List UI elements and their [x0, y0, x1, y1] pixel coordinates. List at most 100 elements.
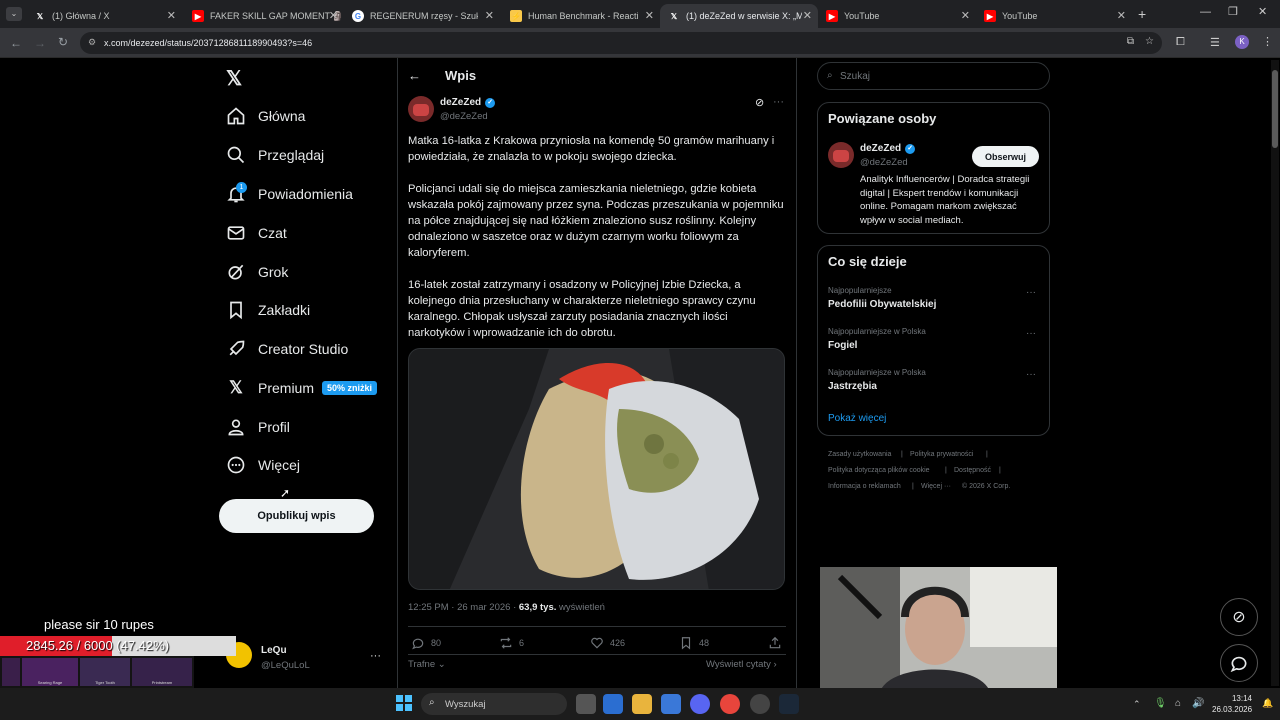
discord-icon[interactable]: [690, 694, 710, 714]
tab-youtube-1[interactable]: ▶ YouTube ✕: [818, 4, 976, 28]
reading-list-icon[interactable]: ☰: [1210, 36, 1220, 49]
footer-link[interactable]: Więcej ···: [921, 483, 951, 490]
like-button[interactable]: 426: [590, 636, 625, 650]
browser-tab-bar: ⌄ 𝕏 (1) Główna / X ✕ ▶ FAKER SKILL GAP M…: [0, 0, 1280, 28]
nav-bookmarks[interactable]: Zakładki: [226, 295, 310, 325]
close-icon[interactable]: ✕: [167, 9, 176, 22]
network-icon[interactable]: ⌂: [1175, 698, 1181, 709]
trend-item[interactable]: Najpopularniejsze w Polska Fogiel: [828, 327, 926, 351]
post-more-icon[interactable]: ···: [773, 96, 784, 108]
share-button[interactable]: [768, 636, 788, 650]
related-name[interactable]: deZeZed ✓: [860, 143, 916, 154]
close-icon[interactable]: ✕: [645, 9, 654, 22]
close-icon[interactable]: ✕: [485, 9, 494, 22]
minimize-icon[interactable]: —: [1200, 6, 1211, 18]
footer-link[interactable]: Informacja o reklamach: [828, 483, 901, 490]
forward-arrow-icon[interactable]: →: [34, 36, 46, 50]
close-icon[interactable]: ✕: [961, 9, 970, 22]
maximize-icon[interactable]: ❐: [1228, 5, 1238, 18]
repost-button[interactable]: 6: [499, 636, 524, 650]
reply-icon: [412, 638, 424, 650]
obs-icon[interactable]: [750, 694, 770, 714]
chat-float-button[interactable]: [1220, 644, 1258, 682]
related-avatar[interactable]: [828, 142, 854, 168]
grok-icon[interactable]: ⊘: [755, 96, 764, 109]
profile-avatar[interactable]: K: [1235, 35, 1249, 49]
footer-link[interactable]: Dostępność: [954, 467, 991, 474]
tab-regenerum[interactable]: G REGENERUM rzęsy - Szukaj w G ✕: [344, 4, 500, 28]
nav-profile[interactable]: Profil: [226, 412, 290, 442]
tray-chevron-icon[interactable]: ⌃: [1133, 699, 1141, 710]
tab-dezezed-post[interactable]: 𝕏 (1) deZeZed w serwisie X: „Mat ✕: [660, 4, 818, 28]
view-quotes-link[interactable]: Wyświetl cytaty ›: [706, 659, 777, 670]
post-button[interactable]: Opublikuj wpis: [219, 499, 374, 533]
nav-creator-studio[interactable]: Creator Studio: [226, 334, 348, 364]
trend-more-icon[interactable]: ···: [1026, 328, 1036, 339]
bookmark-button[interactable]: 48: [679, 636, 709, 650]
close-icon[interactable]: ✕: [1117, 9, 1126, 22]
post-image[interactable]: [408, 348, 785, 590]
tab-list-chevron-icon[interactable]: ⌄: [6, 7, 22, 21]
trend-item[interactable]: Najpopularniejsze Pedofilii Obywatelskie…: [828, 286, 936, 310]
store-icon[interactable]: [661, 694, 681, 714]
author-name[interactable]: deZeZed ✓: [440, 97, 496, 108]
post-paragraph-2: Policjanci udali się do miejsca zamieszk…: [408, 183, 784, 259]
scrollbar-track[interactable]: [1271, 60, 1279, 686]
reply-button[interactable]: 80: [411, 636, 441, 650]
post-paragraph-1: Matka 16-latka z Krakowa przyniosła na k…: [408, 135, 775, 163]
extensions-icon[interactable]: ⧠: [1176, 36, 1185, 49]
trend-more-icon[interactable]: ···: [1026, 287, 1036, 298]
scrollbar-thumb[interactable]: [1272, 70, 1278, 148]
chrome-icon[interactable]: [720, 694, 740, 714]
copyright: © 2026 X Corp.: [962, 483, 1011, 490]
taskbar-search[interactable]: ⌕ Wyszukaj: [421, 693, 567, 715]
notifications-icon[interactable]: 🔔: [1262, 698, 1273, 709]
sort-dropdown[interactable]: Trafne ⌄: [408, 659, 446, 670]
task-view-icon[interactable]: [576, 694, 596, 714]
account-more-icon[interactable]: ···: [370, 650, 381, 662]
nav-grok[interactable]: Grok: [226, 257, 288, 287]
reload-icon[interactable]: ↻: [58, 35, 68, 49]
file-explorer-icon[interactable]: [632, 694, 652, 714]
outlook-icon[interactable]: [603, 694, 623, 714]
show-more-link[interactable]: Pokaż więcej: [828, 413, 886, 424]
grok-float-icon[interactable]: ⊘: [1220, 598, 1258, 636]
tab-youtube-2[interactable]: ▶ YouTube ✕: [976, 4, 1132, 28]
footer-link[interactable]: Polityka prywatności: [910, 451, 973, 458]
nav-explore[interactable]: Przeglądaj: [226, 140, 324, 170]
site-info-icon[interactable]: ⚙: [88, 37, 96, 48]
trend-item[interactable]: Najpopularniejsze w Polska Jastrzębia: [828, 368, 926, 392]
window-close-icon[interactable]: ✕: [1258, 5, 1267, 18]
nav-home[interactable]: Główna: [226, 101, 305, 131]
url-bar[interactable]: ⚙ x.com/dezezed/status/20371286811189904…: [80, 32, 1162, 54]
footer-link[interactable]: Polityka dotycząca plików cookie: [828, 467, 930, 474]
microphone-icon[interactable]: 🎙: [1154, 698, 1167, 709]
tab-human-benchmark[interactable]: ⚡ Human Benchmark - Reaction T ✕: [502, 4, 660, 28]
footer-link[interactable]: Zasady użytkowania: [828, 451, 891, 458]
tab-faker[interactable]: ▶ FAKER SKILL GAP MOMENT 🗿 ✕: [184, 4, 344, 28]
clock[interactable]: 13:14 26.03.2026: [1212, 693, 1252, 715]
weapon-skins-strip: Searing Rage Tiger Tooth Printstream: [0, 656, 194, 688]
volume-icon[interactable]: 🔊: [1192, 698, 1204, 709]
close-icon[interactable]: ✕: [803, 9, 812, 22]
google-icon: G: [352, 10, 364, 22]
nav-premium[interactable]: 𝕏 Premium 50% zniżki: [226, 373, 378, 403]
steam-icon[interactable]: [779, 694, 799, 714]
search-input[interactable]: ⌕ Szukaj: [817, 62, 1050, 90]
trend-more-icon[interactable]: ···: [1026, 369, 1036, 380]
nav-chat[interactable]: Czat: [226, 218, 287, 248]
windows-start-icon[interactable]: [396, 695, 412, 711]
tab-glowna[interactable]: 𝕏 (1) Główna / X ✕: [26, 4, 182, 28]
cast-icon[interactable]: ⧉: [1127, 36, 1134, 47]
bookmark-star-icon[interactable]: ☆: [1145, 36, 1154, 47]
follow-button[interactable]: Obserwuj: [972, 146, 1039, 167]
author-avatar[interactable]: [408, 96, 434, 122]
new-tab-plus-icon[interactable]: +: [1138, 6, 1146, 22]
back-arrow-icon[interactable]: ←: [10, 36, 22, 50]
nav-notifications[interactable]: 1 Powiadomienia: [226, 179, 353, 209]
x-logo-icon[interactable]: 𝕏: [226, 66, 242, 91]
nav-more[interactable]: Więcej: [226, 450, 300, 480]
close-icon[interactable]: ✕: [329, 9, 338, 22]
browser-menu-icon[interactable]: ⋮: [1262, 35, 1273, 48]
back-arrow-icon[interactable]: ←: [408, 68, 421, 83]
